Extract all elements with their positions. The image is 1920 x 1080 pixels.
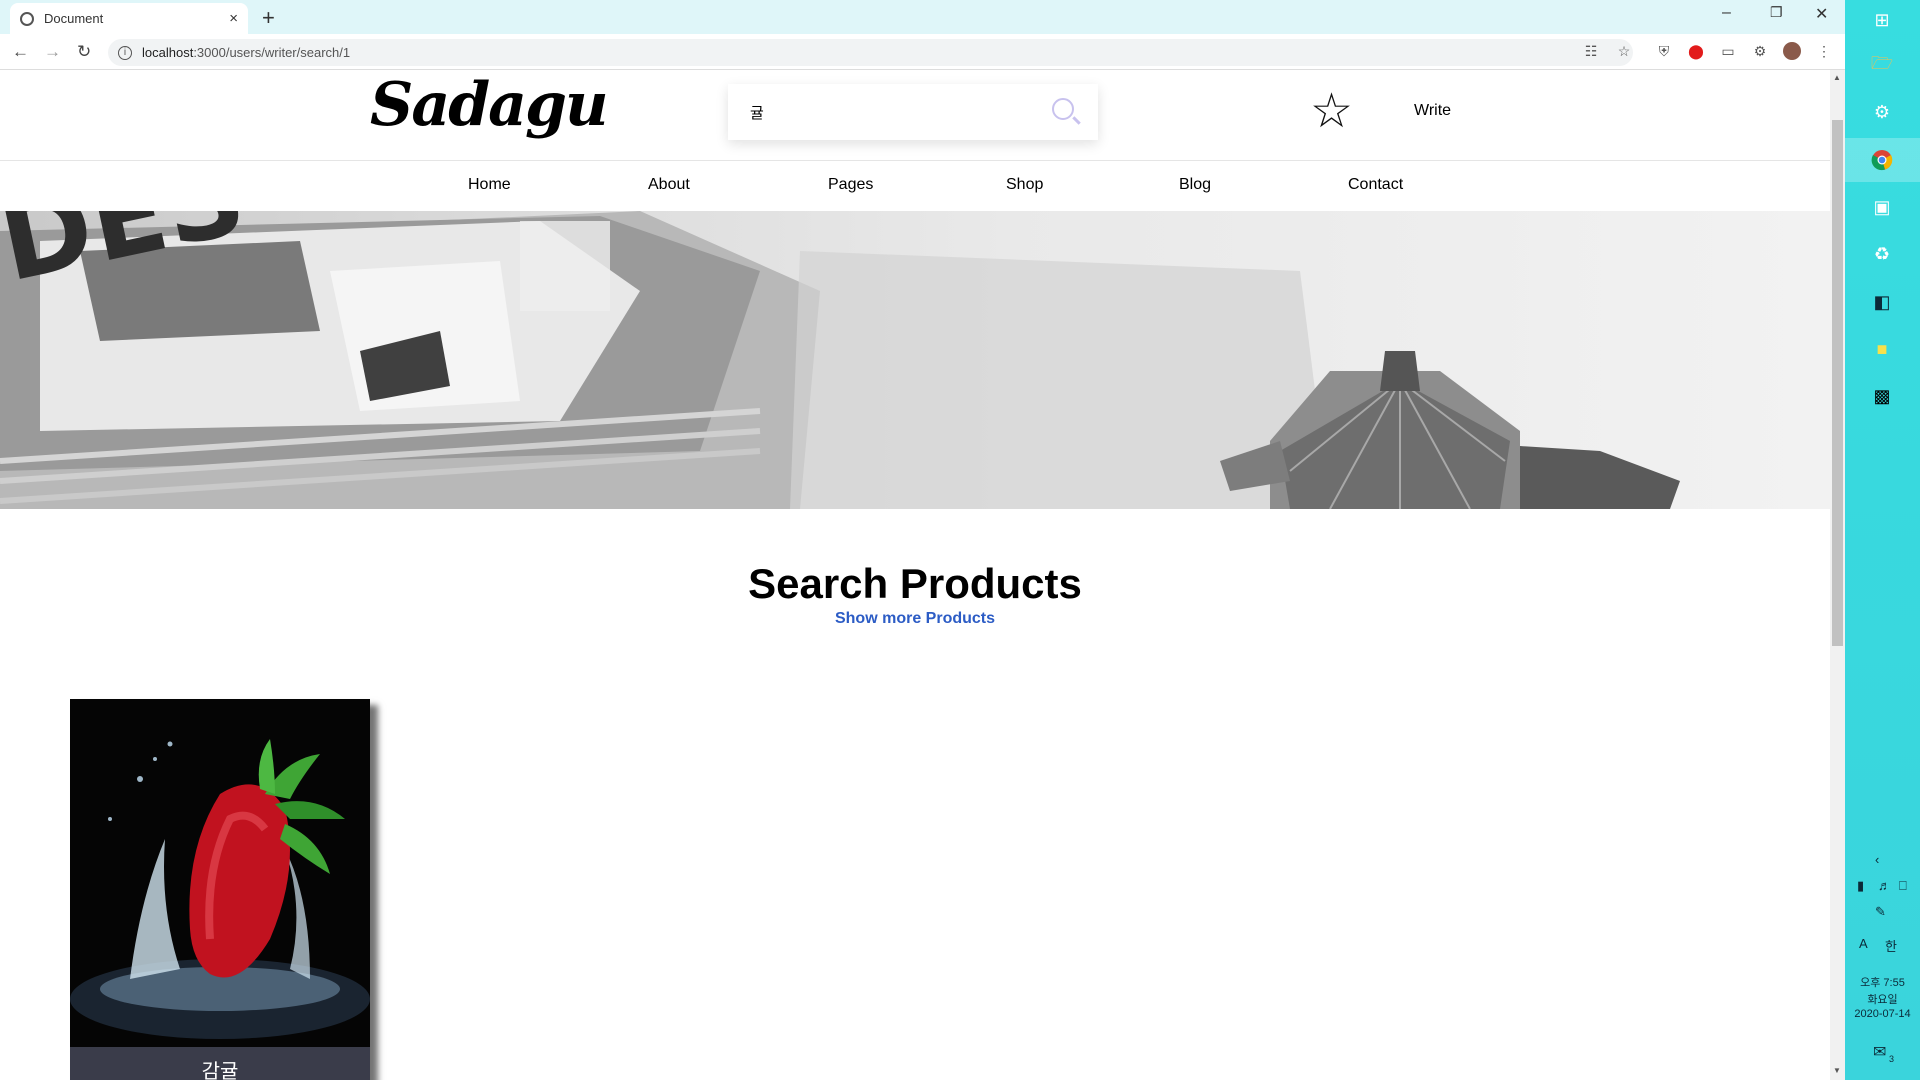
ime-language[interactable]: 한 [1885, 936, 1897, 955]
notification-count: 3 [1889, 1054, 1895, 1064]
terminal-icon[interactable]: ▩ [1870, 384, 1894, 408]
tab-title: Document [44, 11, 104, 26]
url-text: localhost:3000/users/writer/search/1 [142, 45, 351, 60]
avatar[interactable] [1783, 42, 1801, 60]
nav-item-blog[interactable]: Blog [1179, 176, 1211, 194]
forward-arrow-icon[interactable]: → [44, 42, 61, 62]
page-scrollbar[interactable]: ▲ ▼ [1830, 70, 1845, 1080]
show-more-products-link[interactable]: Show more Products [0, 610, 1830, 628]
nav-item-about[interactable]: About [648, 176, 690, 194]
chevron-left-icon[interactable]: ‹ [1875, 852, 1879, 867]
browser-tab[interactable]: Document × [10, 3, 248, 34]
clock-date[interactable]: 2020-07-14 [1845, 1008, 1920, 1020]
hero-image: DES [0, 211, 1680, 509]
app-window-icon[interactable]: ▣ [1870, 195, 1894, 219]
network-icon[interactable]: ⎕ [1899, 878, 1907, 894]
tab-close-button[interactable]: × [229, 10, 238, 27]
pen-icon[interactable]: ✎ [1875, 904, 1886, 920]
extension-box-icon[interactable]: ▭ [1719, 42, 1737, 60]
product-card[interactable]: 감귤 [70, 699, 370, 1080]
close-window-button[interactable]: ✕ [1815, 4, 1828, 24]
scrollbar-thumb[interactable] [1832, 120, 1843, 646]
nav-item-contact[interactable]: Contact [1348, 176, 1403, 194]
clock-weekday[interactable]: 화요일 [1845, 991, 1920, 1007]
puzzle-icon[interactable]: ⚙ [1751, 42, 1769, 60]
nav-item-shop[interactable]: Shop [1006, 176, 1043, 194]
address-bar[interactable]: i localhost:3000/users/writer/search/1 [108, 39, 1633, 66]
chrome-icon[interactable] [1870, 148, 1894, 172]
shield-icon[interactable]: ⛨ [1655, 42, 1673, 60]
translate-icon[interactable]: ☷ [1582, 42, 1600, 60]
ime-mode-a[interactable]: A [1859, 936, 1868, 951]
back-arrow-icon[interactable]: ← [12, 42, 29, 62]
section-title: Search Products [748, 560, 1082, 607]
scroll-down-icon[interactable]: ▼ [1833, 1066, 1841, 1075]
restore-button[interactable]: ❐ [1770, 4, 1783, 21]
info-icon[interactable]: i [118, 45, 132, 60]
sticky-notes-icon[interactable]: ■ [1870, 337, 1894, 361]
code-editor-icon[interactable]: ◧ [1870, 290, 1894, 314]
site-header: Sadagu 귤 ☆ Write [0, 70, 1830, 161]
clock-time[interactable]: 오후 7:55 [1845, 974, 1920, 990]
write-link[interactable]: Write [1414, 102, 1451, 120]
network-app-icon[interactable]: ♻ [1870, 242, 1894, 266]
search-input[interactable]: 귤 [728, 84, 1098, 140]
page-viewport: Sadagu 귤 ☆ Write Home About Pages Shop B… [0, 70, 1845, 1080]
product-image [70, 699, 370, 1047]
search-value[interactable]: 귤 [750, 102, 1046, 123]
site-logo[interactable]: Sadagu [370, 70, 609, 140]
bookmark-star-icon[interactable]: ☆ [1615, 42, 1633, 60]
reload-icon[interactable]: ↻ [77, 42, 91, 62]
notification-center-icon[interactable]: ✉ [1873, 1042, 1886, 1062]
file-explorer-icon[interactable]: 🗁 [1870, 53, 1894, 78]
windows-start-icon[interactable]: ⊞ [1870, 8, 1894, 32]
new-tab-button[interactable]: + [262, 5, 275, 31]
scroll-up-icon[interactable]: ▲ [1833, 73, 1841, 82]
windows-taskbar: ⊞ 🗁 ⚙ ▣ ♻ ◧ ■ ▩ ‹ ▮ ♬ ⎕ ✎ A 한 오후 7:55 화요… [1845, 0, 1920, 1080]
favorite-star-icon[interactable]: ☆ [1310, 88, 1353, 136]
minimize-button[interactable]: – [1722, 4, 1731, 22]
battery-icon[interactable]: ▮ [1857, 878, 1864, 894]
browser-tabstrip: Document × + – ❐ ✕ [0, 0, 1845, 34]
main-nav: Home About Pages Shop Blog Contact [0, 162, 1830, 210]
kebab-menu-icon[interactable]: ⋮ [1815, 42, 1833, 60]
volume-icon[interactable]: ♬ [1878, 878, 1891, 893]
settings-gear-icon[interactable]: ⚙ [1870, 100, 1894, 124]
product-name: 감귤 [70, 1047, 370, 1080]
nav-item-home[interactable]: Home [468, 176, 511, 194]
nav-item-pages[interactable]: Pages [828, 176, 873, 194]
globe-icon [20, 11, 34, 26]
search-icon[interactable] [1046, 92, 1086, 132]
hero-banner: DES [0, 211, 1830, 509]
opera-icon[interactable]: ⬤ [1687, 42, 1705, 60]
browser-toolbar: ← → ↻ i localhost:3000/users/writer/sear… [0, 34, 1845, 70]
